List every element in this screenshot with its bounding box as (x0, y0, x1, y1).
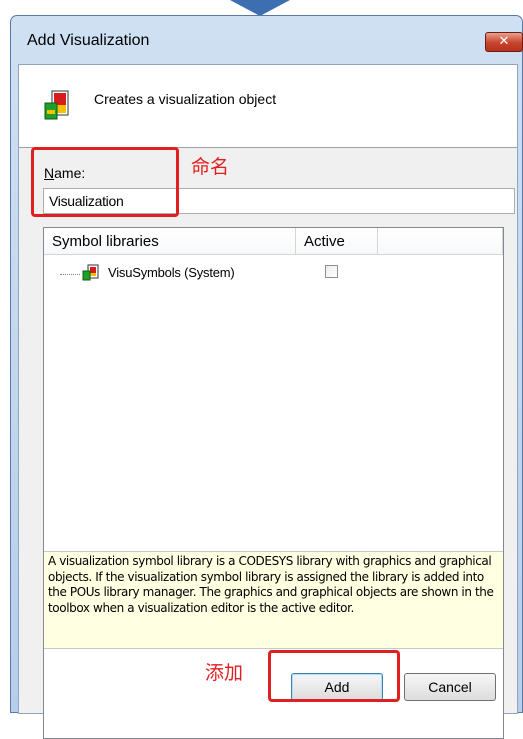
close-button[interactable]: ✕ (485, 32, 523, 52)
column-header-symbol-libraries[interactable]: Symbol libraries (44, 228, 296, 255)
dialog-title: Add Visualization (27, 32, 150, 49)
title-bar: Add Visualization ✕ (11, 16, 523, 64)
column-header-active[interactable]: Active (296, 228, 378, 255)
header-description: Creates a visualization object (94, 91, 277, 107)
add-annotation: 添加 (205, 662, 244, 684)
active-checkbox[interactable] (325, 265, 338, 278)
name-highlight-box (31, 147, 179, 217)
header-panel: Creates a visualization object (19, 65, 517, 148)
column-header-filler (378, 228, 503, 255)
cancel-button[interactable]: Cancel (404, 673, 496, 701)
library-info-text: A visualization symbol library is a CODE… (44, 551, 503, 649)
tree-connector (60, 274, 80, 275)
visualization-icon (44, 90, 69, 120)
library-icon (82, 264, 99, 281)
close-icon: ✕ (498, 34, 510, 49)
add-visualization-dialog: Add Visualization ✕ Creates a visualizat… (10, 15, 523, 739)
callout-pointer (230, 0, 290, 16)
library-name: VisuSymbols (System) (108, 265, 235, 280)
name-annotation: 命名 (191, 156, 230, 178)
library-row[interactable]: VisuSymbols (System) (44, 264, 503, 284)
add-highlight-box (268, 650, 400, 702)
